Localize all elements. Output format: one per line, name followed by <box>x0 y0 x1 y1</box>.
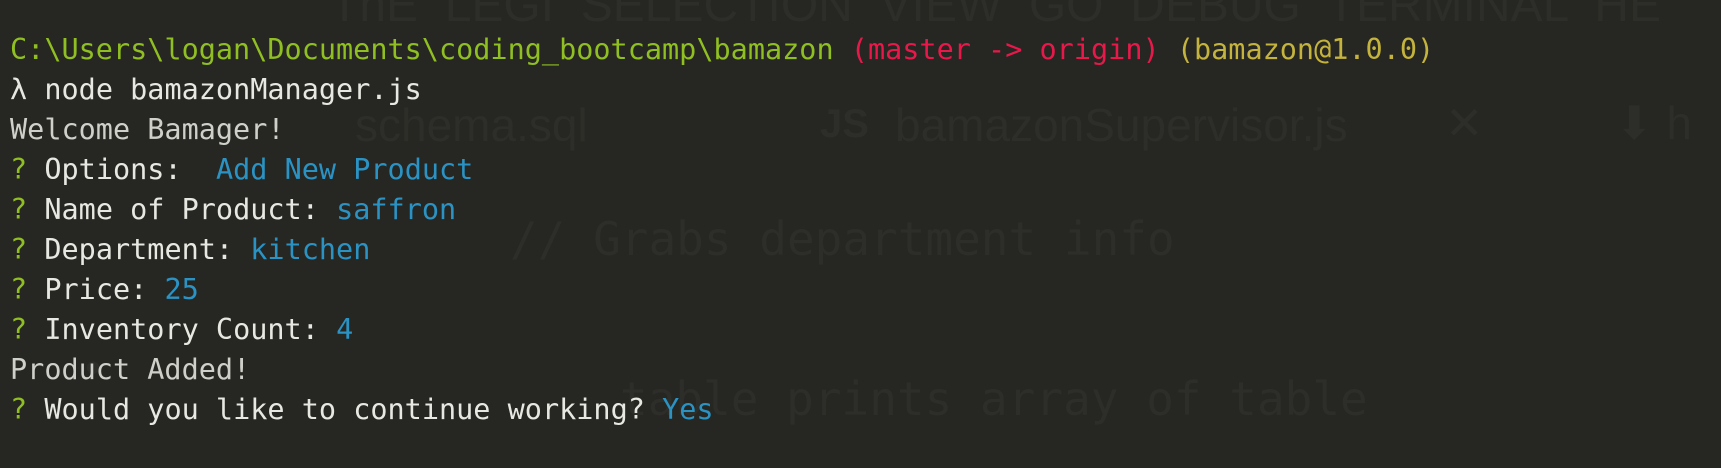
question-answer[interactable]: Yes <box>662 393 713 426</box>
question-answer: 25 <box>164 273 199 306</box>
question-price: ? Price: 25 <box>10 270 1721 310</box>
welcome-message: Welcome Bamager! <box>10 113 285 146</box>
git-branch: (master -> origin) <box>850 33 1160 66</box>
question-mark-icon: ? <box>10 313 28 346</box>
question-label: Would you like to continue working? <box>44 393 645 426</box>
question-label: Name of Product: <box>44 193 319 226</box>
question-label: Price: <box>44 273 148 306</box>
question-answer: kitchen <box>250 233 371 266</box>
question-answer: saffron <box>336 193 457 226</box>
command-line: λ node bamazonManager.js <box>10 70 1721 110</box>
question-answer: Add New Product <box>215 153 474 186</box>
question-mark-icon: ? <box>10 233 28 266</box>
question-department: ? Department: kitchen <box>10 230 1721 270</box>
question-inventory: ? Inventory Count: 4 <box>10 310 1721 350</box>
product-added-message: Product Added! <box>10 353 251 386</box>
prompt-line: C:\Users\logan\Documents\coding_bootcamp… <box>10 30 1721 70</box>
package-version: (bamazon@1.0.0) <box>1176 33 1435 66</box>
terminal-output: C:\Users\logan\Documents\coding_bootcamp… <box>10 30 1721 430</box>
question-label: Inventory Count: <box>44 313 319 346</box>
question-product-name: ? Name of Product: saffron <box>10 190 1721 230</box>
question-mark-icon: ? <box>10 193 28 226</box>
terminal-window[interactable]: ThE LEGI SELECTION VIEW GO DEBUG TERMINA… <box>0 0 1721 468</box>
question-continue[interactable]: ? Would you like to continue working? Ye… <box>10 390 1721 430</box>
question-mark-icon: ? <box>10 153 28 186</box>
lambda-icon: λ <box>10 73 28 106</box>
command-text: node bamazonManager.js <box>44 73 422 106</box>
question-answer: 4 <box>336 313 354 346</box>
question-options: ? Options: Add New Product <box>10 150 1721 190</box>
question-label: Options: <box>44 153 199 186</box>
question-mark-icon: ? <box>10 273 28 306</box>
question-label: Department: <box>44 233 234 266</box>
prompt-path: C:\Users\logan\Documents\coding_bootcamp… <box>10 33 834 66</box>
question-mark-icon: ? <box>10 393 28 426</box>
ghost-menu-text: ThE LEGI SELECTION VIEW GO DEBUG TERMINA… <box>330 0 1661 32</box>
